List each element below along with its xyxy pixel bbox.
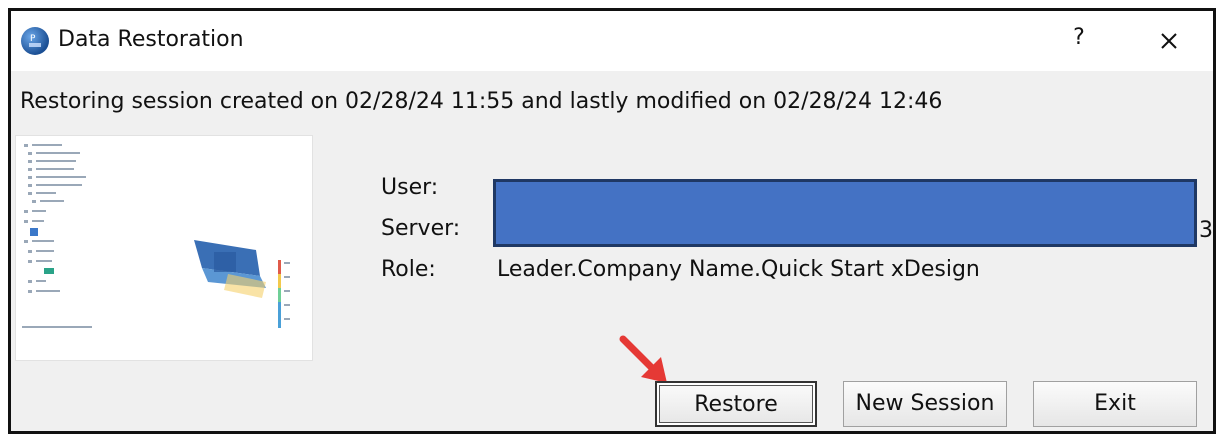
svg-text:P: P: [30, 34, 36, 44]
user-label: User:: [381, 175, 439, 200]
exit-button[interactable]: Exit: [1033, 381, 1197, 427]
compass-icon: P: [21, 27, 49, 55]
dialog-window: P Data Restoration ? Restoring session c…: [8, 8, 1216, 434]
restore-button[interactable]: Restore: [655, 381, 817, 427]
session-preview-image: [22, 144, 290, 328]
close-button[interactable]: [1151, 23, 1187, 59]
restore-message: Restoring session created on 02/28/24 11…: [20, 89, 943, 114]
server-value-partial: 3: [1199, 218, 1213, 243]
session-thumbnail: [15, 135, 313, 361]
server-label: Server:: [381, 216, 461, 241]
role-label: Role:: [381, 257, 436, 282]
help-button[interactable]: ?: [1065, 25, 1093, 57]
title-bar: P Data Restoration ?: [11, 11, 1213, 71]
new-session-button[interactable]: New Session: [843, 381, 1007, 427]
role-value: Leader.Company Name.Quick Start xDesign: [497, 257, 980, 282]
close-icon: [1161, 33, 1177, 49]
window-title: Data Restoration: [58, 27, 244, 52]
redaction-box: [493, 179, 1197, 247]
